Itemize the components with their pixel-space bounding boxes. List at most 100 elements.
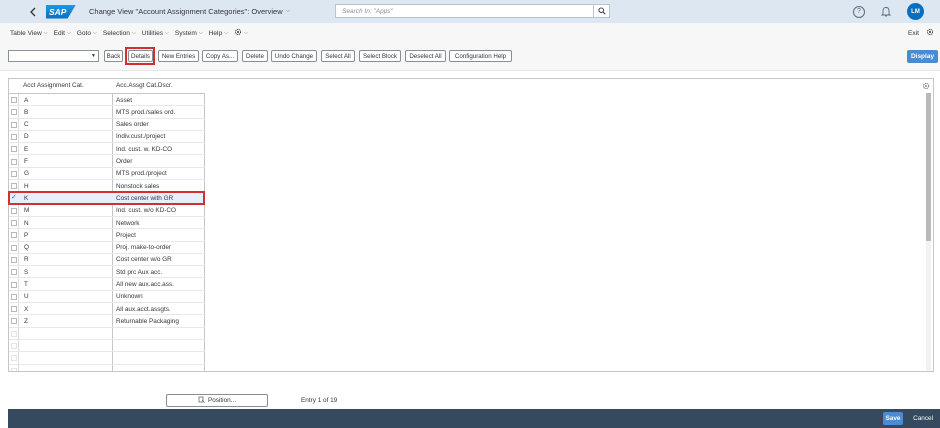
delete-button[interactable]: Delete <box>242 50 268 62</box>
row-selector-checkbox[interactable] <box>11 97 17 103</box>
cell-acc-assgt-cat-dscr: Proj. make-to-order <box>116 244 172 252</box>
header-acc-assgt-cat-dscr[interactable]: Acc.Assgt Cat.Dscr. <box>116 82 172 89</box>
back-arrow-icon[interactable] <box>22 0 44 23</box>
row-selector-checkbox[interactable] <box>11 220 17 226</box>
table-row[interactable]: F Order <box>9 156 205 168</box>
menu-system[interactable]: System ⌵ <box>175 30 203 37</box>
row-selector-checkbox[interactable] <box>11 232 17 239</box>
table-row[interactable]: R Cost center w/o GR <box>9 254 205 267</box>
menu-help[interactable]: Help ⌵ <box>209 30 228 37</box>
table-row[interactable]: T All new aux.acc.ass. <box>9 279 205 291</box>
table-row[interactable]: D Indiv.cust./project <box>9 131 205 144</box>
cell-acct-assignment-cat: E <box>24 145 29 153</box>
menu-table-view[interactable]: Table View ⌵ <box>10 30 48 37</box>
table-row[interactable]: G MTS prod./project <box>9 168 205 181</box>
table-row-empty[interactable] <box>9 352 205 365</box>
row-selector-checkbox[interactable] <box>11 306 17 313</box>
row-selector-checkbox[interactable] <box>11 109 17 116</box>
menu-gui-options[interactable]: ⌵ <box>234 28 248 38</box>
table-row[interactable]: A Asset <box>9 94 205 107</box>
row-selector-checkbox[interactable] <box>11 330 17 337</box>
sap-logo[interactable]: SAP <box>46 4 76 19</box>
search-input[interactable]: Search In: "Apps" <box>336 8 593 15</box>
row-selector-checkbox[interactable] <box>11 281 17 288</box>
cell-acct-assignment-cat: C <box>24 121 29 129</box>
row-selector-checkbox[interactable] <box>11 146 17 153</box>
row-selector-checkbox[interactable] <box>11 244 17 251</box>
menu-goto[interactable]: Goto ⌵ <box>77 30 97 37</box>
row-selector-checkbox[interactable] <box>11 256 17 263</box>
exit-button[interactable]: Exit <box>908 30 919 37</box>
menu-label: Goto <box>76 29 92 37</box>
chevron-down-icon[interactable]: ▼ <box>91 53 96 59</box>
table-row[interactable]: C Sales order <box>9 119 205 131</box>
table-row[interactable]: S Std prc Aux acc. <box>9 266 205 279</box>
row-selector-checkbox[interactable] <box>11 158 17 165</box>
row-selector-checkbox[interactable] <box>11 121 17 128</box>
gear-icon <box>234 28 242 38</box>
search-field[interactable]: Search In: "Apps" <box>335 4 610 18</box>
table-row-empty[interactable] <box>9 328 205 340</box>
checkmark-icon[interactable]: ✓ <box>11 193 17 201</box>
cell-acc-assgt-cat-dscr: Project <box>116 231 136 239</box>
row-selector-checkbox[interactable] <box>11 367 17 371</box>
table-row-empty[interactable] <box>9 340 205 353</box>
table-row[interactable]: Z Returnable Packaging <box>9 315 205 328</box>
row-selector-checkbox[interactable] <box>11 269 17 276</box>
table-row[interactable]: X All aux.acct.assgts. <box>9 303 205 316</box>
table-row-empty[interactable] <box>9 365 205 371</box>
cell-acc-assgt-cat-dscr: Returnable Packaging <box>116 317 179 325</box>
row-selector-checkbox[interactable] <box>11 293 17 300</box>
table-row[interactable]: Q Proj. make-to-order <box>9 242 205 254</box>
table-row[interactable]: P Project <box>9 229 205 242</box>
user-avatar[interactable]: LM <box>907 3 924 20</box>
vertical-scrollbar[interactable] <box>926 93 931 371</box>
table-row[interactable]: E Ind. cust. w. KD-CO <box>9 143 205 156</box>
cell-acc-assgt-cat-dscr: Cost center w/o GR <box>116 256 172 264</box>
display-button[interactable]: Display <box>907 50 938 63</box>
search-icon[interactable] <box>593 5 609 17</box>
settings-gear-icon[interactable] <box>926 28 934 38</box>
menu-selection[interactable]: Selection ⌵ <box>103 30 136 37</box>
copy-as-button[interactable]: Copy As... <box>202 50 238 62</box>
configuration-help-button[interactable]: Configuration Help <box>449 50 512 62</box>
header-acct-assignment-cat[interactable]: Acct Assignment Cat. <box>23 82 84 89</box>
menu-edit[interactable]: Edit ⌵ <box>54 30 71 37</box>
undo-change-button[interactable]: Undo Change <box>271 50 317 62</box>
notification-bell-icon[interactable] <box>880 6 892 18</box>
row-selector-checkbox[interactable] <box>11 343 17 349</box>
row-selector-checkbox[interactable] <box>11 207 17 214</box>
chevron-down-icon: ⌵ <box>93 30 97 36</box>
new-entries-button[interactable]: New Entries <box>158 50 199 62</box>
table-settings-icon[interactable] <box>922 82 930 90</box>
row-selector-checkbox[interactable] <box>11 170 17 177</box>
row-selector-checkbox[interactable] <box>11 183 17 190</box>
menu-utilities[interactable]: Utilities ⌵ <box>142 30 169 37</box>
help-icon[interactable]: ? <box>853 5 865 18</box>
cancel-button[interactable]: Cancel <box>913 412 933 425</box>
row-selector-checkbox[interactable] <box>11 355 17 362</box>
select-all-button[interactable]: Select All <box>321 50 355 62</box>
command-field[interactable]: ▼ <box>8 50 99 62</box>
select-block-button[interactable]: Select Block <box>359 50 401 62</box>
details-button[interactable]: Details <box>128 50 153 62</box>
cell-acc-assgt-cat-dscr: Indiv.cust./project <box>116 133 166 141</box>
position-button[interactable]: Position... <box>166 394 268 407</box>
save-button[interactable]: Save <box>883 412 903 425</box>
cell-acct-assignment-cat: D <box>24 133 29 141</box>
table-row[interactable]: N Network <box>9 217 205 230</box>
deselect-all-button[interactable]: Deselect All <box>405 50 446 62</box>
cell-acct-assignment-cat: A <box>24 96 29 104</box>
table-row[interactable]: U Unknown <box>9 291 205 304</box>
row-selector-checkbox[interactable] <box>11 318 17 325</box>
app-title[interactable]: Change View "Account Assignment Categori… <box>89 7 290 16</box>
scrollbar-thumb[interactable] <box>926 93 931 241</box>
position-icon <box>198 396 205 405</box>
table-row[interactable]: ✓ K Cost center with GR <box>9 192 205 205</box>
table-row[interactable]: B MTS prod./sales ord. <box>9 106 205 119</box>
row-selector-checkbox[interactable] <box>11 133 17 140</box>
cell-acc-assgt-cat-dscr: Network <box>116 219 140 227</box>
table-row[interactable]: M Ind. cust. w/o KD-CO <box>9 205 205 217</box>
table-row[interactable]: H Nonstock sales <box>9 180 205 193</box>
back-button[interactable]: Back <box>104 50 123 62</box>
